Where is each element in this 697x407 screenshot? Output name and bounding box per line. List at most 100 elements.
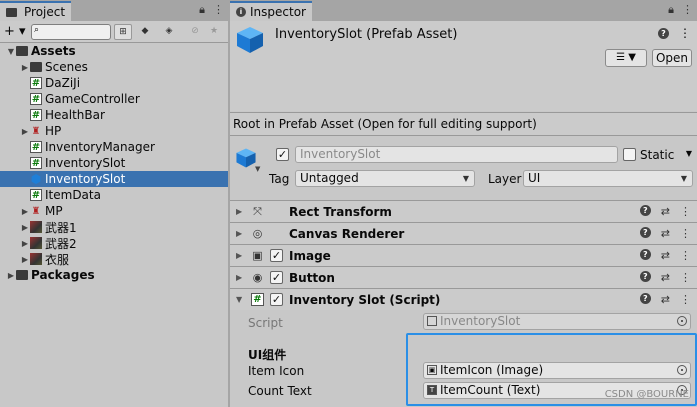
inspector-header: InventorySlot (Prefab Asset) ? ⋮ ☰ ▼ Ope… bbox=[230, 21, 697, 111]
chevron-right-icon[interactable]: ▶ bbox=[236, 207, 242, 216]
tree-item[interactable]: # InventoryManager bbox=[0, 139, 228, 155]
image-thumbnail-icon bbox=[30, 253, 42, 265]
help-icon[interactable]: ? bbox=[639, 271, 651, 282]
tab-project-label: Project bbox=[24, 5, 66, 19]
prefab-note: Root in Prefab Asset (Open for full edit… bbox=[230, 112, 697, 136]
static-dropdown-icon[interactable]: ▼ bbox=[686, 149, 692, 158]
component-enabled-checkbox[interactable]: ✓ bbox=[270, 271, 283, 284]
filter-by-label-icon[interactable]: ◈ bbox=[160, 24, 178, 40]
script-label: Script bbox=[248, 316, 283, 330]
tree-item-label: InventoryManager bbox=[45, 140, 155, 154]
lock-icon[interactable]: 🔒︎ bbox=[199, 3, 205, 17]
chevron-right-icon[interactable]: ▶ bbox=[6, 271, 16, 280]
component-enabled-checkbox[interactable]: ✓ bbox=[270, 293, 283, 306]
chevron-right-icon[interactable]: ▶ bbox=[236, 251, 242, 260]
tree-item[interactable]: # GameController bbox=[0, 91, 228, 107]
help-icon[interactable]: ? bbox=[639, 293, 651, 304]
kebab-menu-icon[interactable]: ⋮ bbox=[213, 3, 224, 17]
chevron-right-icon[interactable]: ▶ bbox=[236, 273, 242, 282]
tree-item[interactable]: # InventorySlot bbox=[0, 155, 228, 171]
chevron-down-icon[interactable]: ▼ bbox=[236, 295, 242, 304]
watermark: CSDN @BOURNE bbox=[604, 389, 689, 400]
presets-icon[interactable]: ⇄ bbox=[661, 249, 670, 262]
component-enabled-checkbox[interactable]: ✓ bbox=[270, 249, 283, 262]
canvas-renderer-icon: ◎ bbox=[252, 227, 263, 240]
hidden-packages-icon[interactable]: ⊘ bbox=[186, 24, 204, 40]
kebab-menu-icon[interactable]: ⋮ bbox=[680, 293, 691, 306]
chevron-right-icon[interactable]: ▶ bbox=[236, 229, 242, 238]
filter-by-type-icon[interactable]: ◆ bbox=[136, 24, 154, 40]
tab-project[interactable]: Project bbox=[0, 1, 72, 21]
gameobject-name-field[interactable]: InventorySlot bbox=[295, 146, 618, 163]
inspector-tabbar: i Inspector 🔒︎ ⋮ bbox=[230, 0, 697, 21]
tree-item[interactable]: ▶ ♜ MP bbox=[0, 203, 228, 219]
tree-item[interactable]: ▶ 武器2 bbox=[0, 235, 228, 251]
search-by-type-button[interactable]: ⊞ bbox=[114, 24, 132, 40]
object-picker-icon bbox=[677, 316, 687, 326]
tree-item-label: 衣服 bbox=[45, 252, 70, 267]
help-icon[interactable]: ? bbox=[639, 249, 651, 260]
kebab-menu-icon[interactable]: ⋮ bbox=[680, 205, 691, 218]
list-dropdown-button[interactable]: ☰ ▼ bbox=[605, 49, 647, 67]
tag-dropdown[interactable]: Untagged bbox=[295, 170, 475, 187]
component-controls: ? ⇄ ⋮ bbox=[639, 293, 691, 306]
kebab-menu-icon[interactable]: ⋮ bbox=[680, 271, 691, 284]
component-controls: ? ⇄ ⋮ bbox=[639, 249, 691, 262]
kebab-menu-icon[interactable]: ⋮ bbox=[680, 249, 691, 262]
presets-icon[interactable]: ⇄ bbox=[661, 271, 670, 284]
tree-item[interactable]: ▶ Packages bbox=[0, 267, 228, 283]
component-header[interactable]: ▶ ◎ Canvas Renderer? ⇄ ⋮ bbox=[230, 222, 697, 244]
layer-dropdown[interactable]: UI bbox=[523, 170, 693, 187]
tree-item[interactable]: ▶ Scenes bbox=[0, 59, 228, 75]
chevron-right-icon[interactable]: ▶ bbox=[20, 207, 30, 216]
presets-icon[interactable]: ⇄ bbox=[661, 293, 670, 306]
inspector-tab-controls: 🔒︎ ⋮ bbox=[668, 3, 693, 17]
button-icon: ◉ bbox=[252, 271, 263, 284]
tree-item-label: HP bbox=[45, 124, 62, 138]
kebab-menu-icon[interactable]: ⋮ bbox=[680, 227, 691, 240]
tree-item[interactable]: ▼ Assets bbox=[0, 43, 228, 59]
star-icon[interactable]: ★ bbox=[205, 24, 223, 40]
tree-item[interactable]: # HealthBar bbox=[0, 107, 228, 123]
tree-item-label: Packages bbox=[31, 268, 95, 282]
static-label: Static bbox=[640, 148, 675, 162]
chevron-right-icon[interactable]: ▶ bbox=[20, 127, 30, 136]
tree-item[interactable]: # ItemData bbox=[0, 187, 228, 203]
tree-item[interactable]: ▶ ♜ HP bbox=[0, 123, 228, 139]
component-header[interactable]: ▶ ◉ ✓ Button? ⇄ ⋮ bbox=[230, 266, 697, 288]
component-header[interactable]: ▶ ▣ ✓ Image? ⇄ ⋮ bbox=[230, 244, 697, 266]
open-button[interactable]: Open bbox=[652, 49, 692, 67]
chevron-right-icon[interactable]: ▶ bbox=[20, 63, 30, 72]
tree-item[interactable]: ▶ 衣服 bbox=[0, 251, 228, 267]
active-checkbox[interactable]: ✓ bbox=[276, 148, 289, 161]
tree-item[interactable]: # DaZiJi bbox=[0, 75, 228, 91]
sprite-icon: ♜ bbox=[31, 205, 41, 217]
chevron-right-icon[interactable]: ▶ bbox=[20, 255, 30, 264]
presets-icon[interactable]: ⇄ bbox=[661, 205, 670, 218]
chevron-right-icon[interactable]: ▶ bbox=[20, 223, 30, 232]
component-header[interactable]: ▼ # ✓ Inventory Slot (Script)? ⇄ ⋮ bbox=[230, 288, 697, 310]
prefab-cube-icon: ⬢ bbox=[30, 172, 42, 186]
tree-item[interactable]: ⬢ InventorySlot bbox=[0, 171, 228, 187]
script-icon: # bbox=[30, 109, 42, 121]
presets-icon[interactable]: ⇄ bbox=[661, 227, 670, 240]
tree-item-label: InventorySlot bbox=[45, 172, 126, 186]
chevron-down-icon[interactable]: ▼ bbox=[6, 47, 16, 56]
kebab-menu-icon[interactable]: ⋮ bbox=[682, 3, 693, 17]
component-header[interactable]: ▶ ⤧ Rect Transform? ⇄ ⋮ bbox=[230, 200, 697, 222]
help-icon[interactable]: ? bbox=[639, 205, 651, 216]
search-input[interactable]: ⌕ bbox=[31, 24, 111, 40]
project-panel: Project 🔒︎ ⋮ + ▾ ⌕ ⊞ ◆ ◈ ⊘ ★ ▼ Assets ▶ Sce… bbox=[0, 0, 228, 407]
kebab-menu-icon[interactable]: ⋮ bbox=[679, 26, 691, 40]
tree-item[interactable]: ▶ 武器1 bbox=[0, 219, 228, 235]
help-icon[interactable]: ? bbox=[639, 227, 651, 238]
lock-icon[interactable]: 🔒︎ bbox=[668, 3, 674, 17]
help-icon[interactable]: ? bbox=[658, 27, 669, 39]
static-checkbox[interactable] bbox=[623, 148, 636, 161]
component-controls: ? ⇄ ⋮ bbox=[639, 205, 691, 218]
component-name: Button bbox=[289, 270, 335, 285]
add-button[interactable]: + ▾ bbox=[4, 24, 26, 39]
chevron-right-icon[interactable]: ▶ bbox=[20, 239, 30, 248]
chevron-down-icon[interactable]: ▼ bbox=[255, 165, 260, 173]
tab-inspector[interactable]: i Inspector bbox=[230, 1, 312, 21]
